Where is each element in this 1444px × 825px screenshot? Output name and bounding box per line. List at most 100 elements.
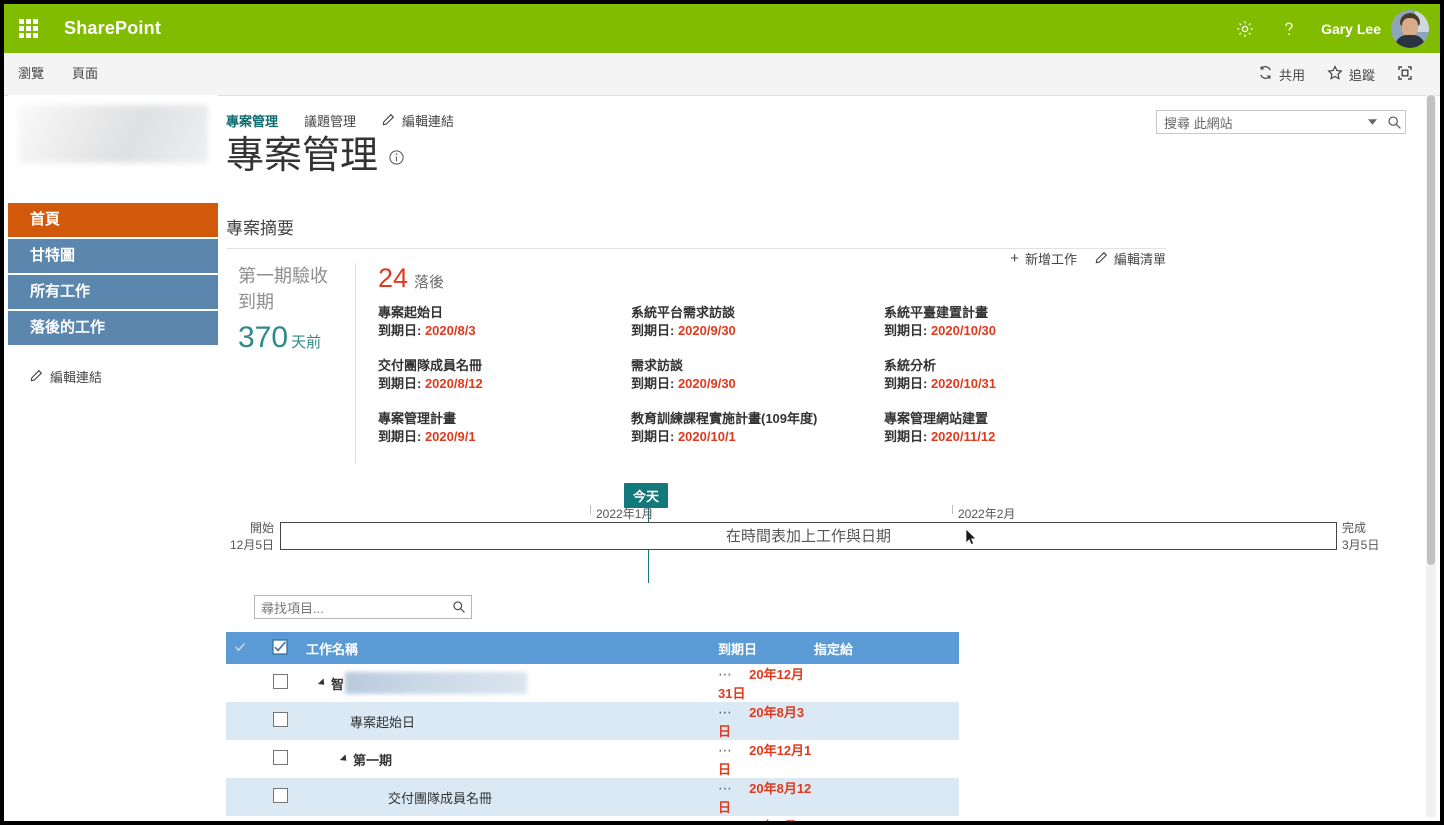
follow-button[interactable]: 追蹤 [1316,64,1386,84]
expand-collapse-icon[interactable] [339,754,350,764]
site-nav-item-issues[interactable]: 議題管理 [304,111,356,130]
due-date: 2020/10/30 [930,323,997,338]
row-menu-icon[interactable]: ⋯ [718,742,734,758]
sidebar-item-home[interactable]: 首頁 [8,203,218,239]
edit-list-button[interactable]: 編輯清單 [1095,249,1166,268]
timeline-placeholder: 在時間表加上工作與日期 [725,528,891,545]
sharepoint-brand[interactable]: SharePoint [64,18,161,39]
row-checkbox-cell[interactable] [254,816,306,821]
row-checkbox[interactable] [272,750,288,765]
row-menu-icon[interactable]: ⋯ [718,704,734,720]
late-task-columns: 專案起始日 到期日: 2020/8/3 交付團隊成員名冊 到期日: 2020/8… [378,304,1166,463]
timeline-month-tick [590,505,591,514]
gear-icon[interactable] [1223,4,1267,53]
info-icon[interactable] [388,149,405,171]
row-task-name-cell[interactable]: 專案管理計畫 [306,816,718,821]
column-header-select-all[interactable] [254,632,306,664]
column-header-due-date[interactable]: 到期日 [718,632,814,664]
row-checkbox-cell[interactable] [254,664,306,702]
scrollbar-thumb[interactable] [1427,95,1435,565]
due-prefix: 到期日: [378,323,425,338]
sidebar-item-all-tasks[interactable]: 所有工作 [8,275,218,311]
late-task-item[interactable]: 交付團隊成員名冊 到期日: 2020/8/12 [378,357,631,393]
sharepoint-page: SharePoint Gary Lee 瀏覽 頁面 共用 追蹤 首頁 甘特圖 所… [0,0,1444,825]
late-task-item[interactable]: 專案起始日 到期日: 2020/8/3 [378,304,631,340]
late-task-due: 到期日: 2020/10/30 [884,322,1137,340]
table-row[interactable]: 交付團隊成員名冊 ⋯ 20年8月12日 [226,778,959,816]
column-header-check[interactable] [226,632,254,664]
late-task-name: 教育訓練課程實施計畫(109年度) [631,411,818,426]
milestone-days-unit: 天前 [291,334,322,351]
search-input[interactable]: 搜尋 此網站 [1157,113,1361,132]
app-launcher-icon[interactable] [4,4,52,53]
plus-icon: + [1010,250,1019,267]
expand-collapse-icon[interactable] [317,678,328,688]
table-row[interactable]: 專案起始日 ⋯ 20年8月3日 [226,702,959,740]
task-search-box[interactable]: 尋找項目... [254,595,472,619]
ribbon-tab-browse[interactable]: 瀏覽 [4,53,58,95]
chevron-down-icon[interactable] [1361,119,1383,125]
search-icon[interactable] [447,600,471,614]
row-task-name-cell[interactable]: 交付團隊成員名冊 [306,778,718,816]
row-check-spacer [226,702,254,740]
late-task-column: 系統平臺建置計畫 到期日: 2020/10/30 系統分析 到期日: 2020/… [884,304,1137,463]
timeline-band[interactable]: 在時間表加上工作與日期 [280,522,1337,550]
sidebar-edit-links-button[interactable]: 編輯連結 [8,367,218,386]
task-name: 智 [331,676,345,692]
row-checkbox-cell[interactable] [254,702,306,740]
share-button[interactable]: 共用 [1247,65,1316,84]
table-row[interactable]: 智 ⋯ 20年12月31日 [226,664,959,702]
milestone-days-value: 370 [238,321,289,354]
search-icon[interactable] [1383,115,1405,130]
late-task-name: 專案管理網站建置 [884,411,989,426]
add-task-button[interactable]: + 新增工作 [1010,249,1077,268]
late-task-item[interactable]: 系統分析 到期日: 2020/10/31 [884,357,1137,393]
late-task-item[interactable]: 系統平臺建置計畫 到期日: 2020/10/30 [884,304,1137,340]
row-checkbox-cell[interactable] [254,778,306,816]
row-task-name-cell[interactable]: 專案起始日 [306,702,718,740]
late-task-item[interactable]: 專案管理網站建置 到期日: 2020/11/12 [884,410,1137,446]
column-header-task-name[interactable]: 工作名稱 [306,632,718,664]
late-task-due: 到期日: 2020/8/3 [378,322,631,340]
late-task-name: 系統平台需求訪談 [631,305,736,320]
late-task-item[interactable]: 系統平台需求訪談 到期日: 2020/9/30 [631,304,884,340]
row-menu-icon[interactable]: ⋯ [718,780,734,796]
user-name[interactable]: Gary Lee [1311,21,1391,37]
row-menu-icon[interactable]: ⋯ [718,818,734,821]
sidebar-item-late-tasks[interactable]: 落後的工作 [8,311,218,347]
task-table: 工作名稱 到期日 指定給 智 ⋯ 20年12月31日 專案起始日 ⋯ 20年8月… [226,632,959,821]
row-assigned-cell [814,816,959,821]
task-search-input[interactable]: 尋找項目... [255,598,447,617]
row-checkbox-cell[interactable] [254,740,306,778]
late-task-item[interactable]: 專案管理計畫 到期日: 2020/9/1 [378,410,631,446]
late-task-due: 到期日: 2020/9/30 [631,322,884,340]
project-summary-body: 第一期驗收 到期 370 天前 + 新增工作 編輯清單 24 落後 專案起始日 … [226,249,1166,463]
table-row[interactable]: 第一期 ⋯ 20年12月1日 [226,740,959,778]
vertical-scrollbar[interactable] [1426,95,1436,817]
row-assigned-cell [814,664,959,702]
due-date: 2020/8/3 [424,323,476,338]
site-nav-edit-links-button[interactable]: 編輯連結 [382,111,454,130]
avatar[interactable] [1391,9,1429,48]
row-task-name-cell[interactable]: 第一期 [306,740,718,778]
late-task-item[interactable]: 需求訪談 到期日: 2020/9/30 [631,357,884,393]
column-header-assigned-to[interactable]: 指定給 [814,632,959,664]
select-all-checkbox-icon[interactable] [272,638,288,658]
focus-on-content-button[interactable] [1386,65,1430,84]
row-checkbox[interactable] [272,712,288,727]
timeline-webpart[interactable]: 今天 2022年1月 2022年2月 開始 12月5日 在時間表加上工作與日期 … [226,479,1386,589]
site-nav-item-project[interactable]: 專案管理 [226,111,278,130]
table-row[interactable]: 專案管理計畫 ⋯ 20年9月1日 [226,816,959,821]
site-search-box[interactable]: 搜尋 此網站 [1156,110,1406,134]
row-check-spacer [226,778,254,816]
ribbon-tab-page[interactable]: 頁面 [58,53,112,95]
row-checkbox[interactable] [272,788,288,803]
help-icon[interactable] [1267,4,1311,53]
row-checkbox[interactable] [272,674,288,689]
task-name: 第一期 [353,752,393,768]
sidebar-item-gantt[interactable]: 甘特圖 [8,239,218,275]
milestone-days: 370 天前 [238,321,355,360]
row-menu-icon[interactable]: ⋯ [718,666,734,682]
row-task-name-cell[interactable]: 智 [306,664,718,702]
late-task-item[interactable]: 教育訓練課程實施計畫(109年度) 到期日: 2020/10/1 [631,410,884,446]
